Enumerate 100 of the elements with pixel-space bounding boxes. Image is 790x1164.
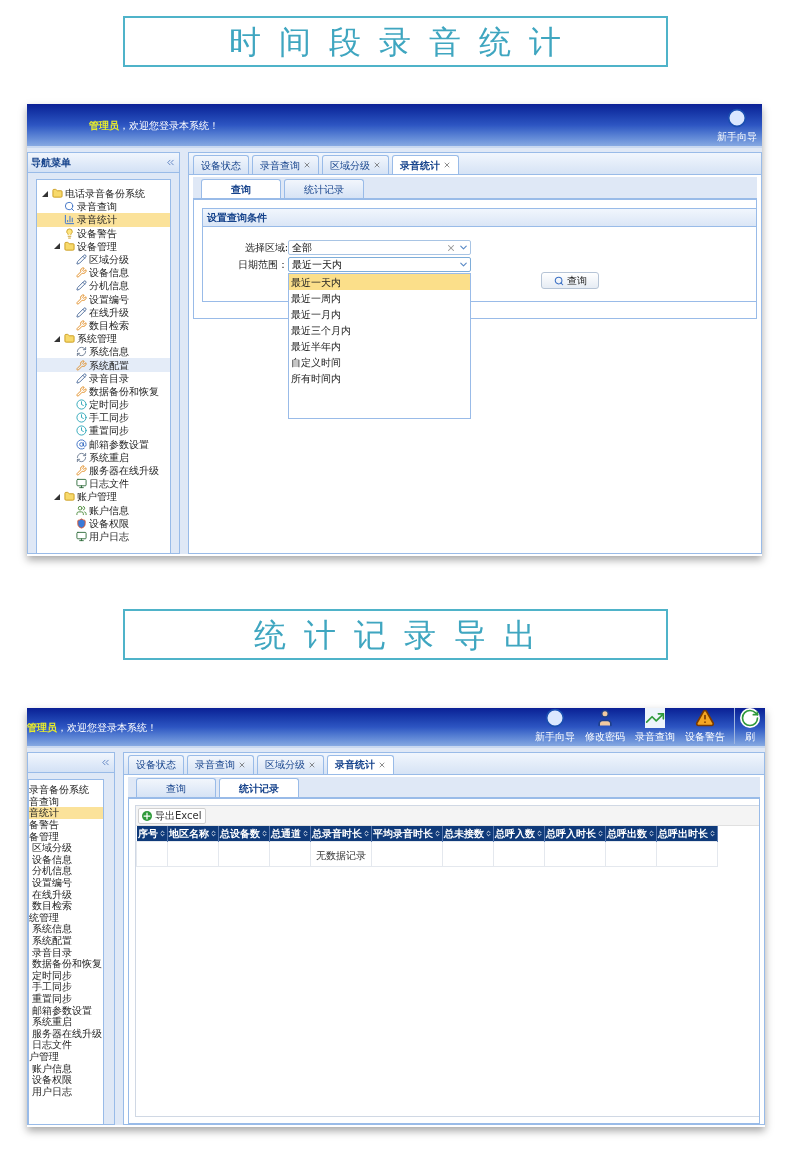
tree-item[interactable]: 手工同步 <box>29 981 103 993</box>
close-icon[interactable] <box>443 161 451 169</box>
sort-icon[interactable] <box>535 830 543 838</box>
tree-item[interactable]: 设备警告 <box>37 226 170 240</box>
sort-icon[interactable] <box>209 830 217 838</box>
toolbar-button[interactable]: 设备警告 <box>680 708 730 744</box>
column-header[interactable]: 总录音时长 <box>310 826 371 842</box>
tree-item[interactable]: 区域分级 <box>29 841 103 854</box>
tree-item[interactable]: 日志文件 <box>29 1039 103 1051</box>
tree-item[interactable]: 分机信息 <box>29 865 103 877</box>
tree-item[interactable]: 设置编号 <box>29 876 103 889</box>
tree-item[interactable]: 手工同步 <box>37 411 170 425</box>
toolbar-button[interactable]: 录音查询 <box>630 708 680 744</box>
dropdown-option[interactable]: 最近一天内 <box>289 274 470 290</box>
tab[interactable]: 设备状态 <box>128 754 184 774</box>
dropdown-option[interactable]: 最近一月内 <box>289 306 470 322</box>
tree-item[interactable]: 服务器在线升级 <box>29 1027 103 1040</box>
tree-item[interactable]: 系统配置 <box>37 358 170 372</box>
sort-icon[interactable] <box>433 830 441 838</box>
tree-item[interactable]: 服务器在线升级 <box>37 463 170 478</box>
tab[interactable]: 区域分级 <box>257 754 324 774</box>
tree-item[interactable]: 日志文件 <box>37 477 170 491</box>
tree-item[interactable]: 音统计 <box>29 807 103 819</box>
column-header[interactable]: 总设备数 <box>218 826 269 842</box>
tree-item[interactable]: 设备权限 <box>29 1073 103 1086</box>
tree-item[interactable]: 系统配置 <box>29 934 103 947</box>
tree-item[interactable]: 数目检索 <box>37 318 170 333</box>
sort-icon[interactable] <box>158 830 166 838</box>
sort-icon[interactable] <box>708 830 716 838</box>
sort-icon[interactable] <box>362 830 370 838</box>
tree-item[interactable]: 电话录音备份系统 <box>37 187 170 201</box>
column-header[interactable]: 总呼入时长 <box>544 826 605 842</box>
close-icon[interactable] <box>373 161 381 169</box>
tree-item[interactable]: 数目检索 <box>29 899 103 912</box>
sort-icon[interactable] <box>260 830 268 838</box>
expand-arrow-icon[interactable] <box>54 335 60 342</box>
tree-item[interactable]: 录音目录 <box>29 946 103 958</box>
column-header[interactable]: 总通道 <box>269 826 310 842</box>
tree-item[interactable]: 数据备份和恢复 <box>37 384 170 398</box>
dropdown-option[interactable]: 最近三个月内 <box>289 322 470 338</box>
tree-item[interactable]: 系统信息 <box>29 923 103 935</box>
tree-item[interactable]: 系统信息 <box>37 345 170 359</box>
tree-item[interactable]: 系统管理 <box>37 332 170 346</box>
tree-item[interactable]: 分机信息 <box>37 279 170 293</box>
sort-icon[interactable] <box>301 830 309 838</box>
column-header[interactable]: 总呼出数 <box>605 826 656 842</box>
select-field[interactable]: 最近一天内 <box>288 257 471 272</box>
tree-item[interactable]: 录音备份系统 <box>29 784 103 796</box>
tree-item[interactable]: 账户管理 <box>37 490 170 504</box>
sort-icon[interactable] <box>484 830 492 838</box>
tree-item[interactable]: 设置编号 <box>37 292 170 306</box>
tab[interactable]: 统计记录 <box>219 778 299 798</box>
close-icon[interactable] <box>378 760 386 769</box>
export-excel-button[interactable]: 导出Excel <box>138 807 206 824</box>
tab[interactable]: 设备状态 <box>193 155 249 174</box>
tree-item[interactable]: 设备信息 <box>37 266 170 280</box>
tab[interactable]: 查询 <box>136 778 216 798</box>
column-header[interactable]: 序号 <box>136 826 167 842</box>
tree-item[interactable]: 在线升级 <box>37 305 170 319</box>
tree-item[interactable]: 录音统计 <box>37 213 170 227</box>
query-button[interactable]: 查询 <box>541 272 599 289</box>
tree-item[interactable]: 重置同步 <box>29 992 103 1005</box>
column-header[interactable]: 总未接数 <box>442 826 493 842</box>
tree-item[interactable]: 重置同步 <box>37 424 170 438</box>
tree-item[interactable]: 备警告 <box>29 818 103 831</box>
expand-arrow-icon[interactable] <box>54 493 60 500</box>
tab[interactable]: 查询 <box>201 179 281 198</box>
sort-icon[interactable] <box>647 830 655 838</box>
select-field[interactable]: 全部 <box>288 240 471 255</box>
tree-item[interactable]: 邮箱参数设置 <box>29 1004 103 1016</box>
expand-arrow-icon[interactable] <box>42 190 48 197</box>
dropdown-option[interactable]: 自定义时间 <box>289 354 470 370</box>
column-header[interactable]: 平均录音时长 <box>371 826 442 842</box>
tab[interactable]: 统计记录 <box>284 179 364 198</box>
tree-item[interactable]: 数据备份和恢复 <box>29 957 103 970</box>
tree-item[interactable]: 音查询 <box>29 795 103 808</box>
tree-item[interactable]: 录音目录 <box>37 371 170 385</box>
chevron-down-icon[interactable] <box>458 259 469 270</box>
toolbar-button[interactable]: 修改密码 <box>580 708 630 744</box>
tree-item[interactable]: 系统重启 <box>37 450 170 464</box>
tree-item[interactable]: 账户信息 <box>37 503 170 517</box>
toolbar-button[interactable]: 新手向导 <box>712 108 762 144</box>
tree-item[interactable]: 定时同步 <box>37 398 170 412</box>
tree-item[interactable]: 账户信息 <box>29 1062 103 1074</box>
tree-item[interactable]: 定时同步 <box>29 969 103 982</box>
tree-item[interactable]: 户管理 <box>29 1050 103 1063</box>
tab[interactable]: 区域分级 <box>322 155 389 174</box>
tree-item[interactable]: 用户日志 <box>29 1085 103 1098</box>
tree-item[interactable]: 系统重启 <box>29 1015 103 1028</box>
tree-item[interactable]: 设备权限 <box>37 516 170 530</box>
expand-arrow-icon[interactable] <box>54 243 60 250</box>
column-header[interactable]: 总呼入数 <box>493 826 544 842</box>
tab[interactable]: 录音统计 <box>392 155 459 174</box>
close-icon[interactable] <box>303 161 311 169</box>
tree-item[interactable]: 设备信息 <box>29 853 103 866</box>
column-header[interactable]: 地区名称 <box>167 826 218 842</box>
tree-item[interactable]: 区域分级 <box>37 252 170 267</box>
toolbar-button[interactable]: 刷 <box>734 708 765 744</box>
close-icon[interactable] <box>308 760 316 769</box>
tree-item[interactable]: 用户日志 <box>37 529 170 544</box>
